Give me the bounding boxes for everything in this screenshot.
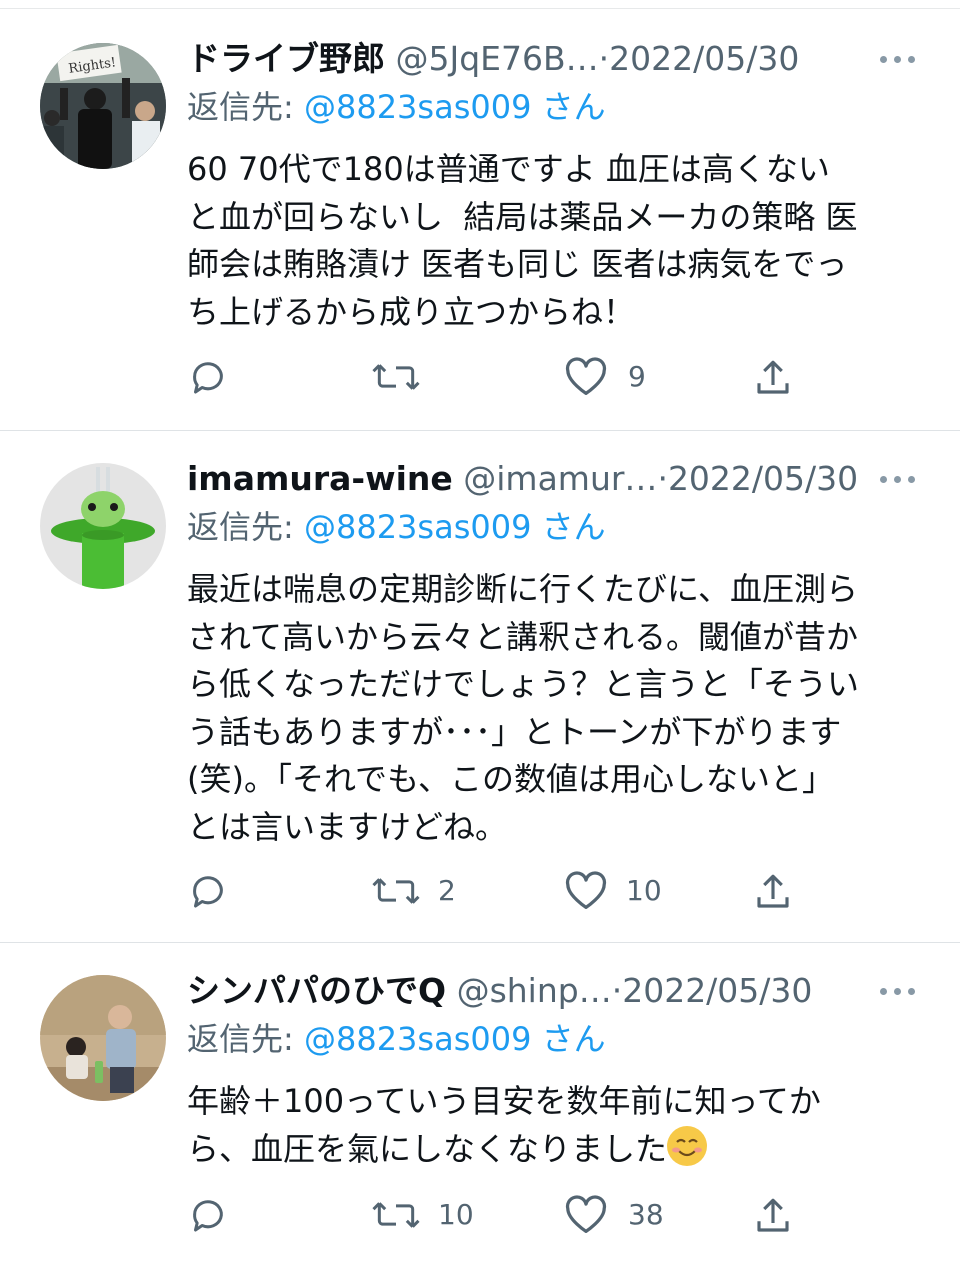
timestamp[interactable]: 2022/05/30 [609, 39, 799, 78]
tweet-divider [0, 430, 960, 431]
protest-photo-avatar: Rights! [40, 43, 166, 169]
reply-prefix: 返信先: [187, 1020, 294, 1058]
reply-context: 返信先: @8823sas009 さん [187, 84, 606, 130]
separator-dot: · [598, 39, 610, 78]
share-icon [757, 874, 789, 908]
action-bar: 2 10 [0, 866, 960, 916]
reply-context: 返信先: @8823sas009 さん [187, 504, 606, 550]
reply-suffix: さん [541, 508, 606, 546]
share-icon [757, 1198, 789, 1232]
tweet-header: ドライブ野郎 @5JqE76B…·2022/05/30 [187, 34, 887, 84]
reply-context: 返信先: @8823sas009 さん [187, 1016, 606, 1062]
tweet-header: imamura-wine @imamur…·2022/05/30 [187, 454, 887, 504]
top-divider [0, 8, 960, 9]
tweet[interactable]: Rights! ドライブ野郎 @5JqE76B…·2022/05/30 返信先:… [0, 34, 960, 429]
smiling-face-emoji [667, 1125, 708, 1166]
reply-prefix: 返信先: [187, 508, 294, 546]
reply-icon [193, 876, 223, 908]
share-icon [757, 360, 789, 394]
retweet-count: 10 [438, 1198, 474, 1231]
family-photo-avatar [40, 975, 166, 1101]
retweet-icon [372, 364, 420, 390]
tweet-text: 年齢＋100っていう目安を数年前に知ってか ら、血圧を氣にしなくなりました [187, 1078, 917, 1173]
heart-icon [565, 1195, 607, 1233]
avatar[interactable] [40, 463, 166, 589]
reply-suffix: さん [541, 88, 606, 126]
tweet-header: シンパパのひでQ @shinp…·2022/05/30 [187, 966, 887, 1016]
reply-suffix: さん [541, 1020, 606, 1058]
reply-mention-link[interactable]: @8823sas009 [304, 508, 531, 546]
retweet-count: 2 [438, 874, 456, 907]
like-count: 10 [626, 874, 662, 907]
action-bar: 9 [0, 352, 960, 402]
separator-dot: · [611, 971, 623, 1010]
tweet[interactable]: imamura-wine @imamur…·2022/05/30 返信先: @8… [0, 454, 960, 934]
avatar[interactable]: Rights! [40, 43, 166, 169]
tweet-text: 60 70代で180は普通ですよ 血圧は高くない と血が回らないし 結局は薬品メ… [187, 150, 858, 331]
retweet-icon [372, 878, 420, 904]
more-options-icon[interactable] [878, 54, 918, 66]
like-count: 9 [628, 360, 646, 393]
tweet-text: 最近は喘息の定期診断に行くたびに、血圧測ら されて高いから云々と講釈される。閾値… [187, 570, 860, 846]
reply-prefix: 返信先: [187, 88, 294, 126]
tweet[interactable]: シンパパのひでQ @shinp…·2022/05/30 返信先: @8823sa… [0, 966, 960, 1256]
reply-mention-link[interactable]: @8823sas009 [304, 88, 531, 126]
user-handle[interactable]: @5JqE76B… [396, 39, 599, 78]
heart-icon [565, 357, 607, 395]
reply-mention-link[interactable]: @8823sas009 [304, 1020, 531, 1058]
timestamp[interactable]: 2022/05/30 [622, 971, 812, 1010]
reply-icon [193, 362, 223, 394]
display-name[interactable]: imamura-wine [187, 459, 453, 498]
timestamp[interactable]: 2022/05/30 [668, 459, 858, 498]
avatar[interactable] [40, 975, 166, 1101]
retweet-icon [372, 1202, 420, 1228]
display-name[interactable]: シンパパのひでQ [187, 971, 446, 1010]
heart-icon [565, 871, 607, 909]
tweet-divider [0, 942, 960, 943]
action-bar: 10 38 [0, 1190, 960, 1240]
display-name[interactable]: ドライブ野郎 [187, 39, 385, 78]
tweet-text-content: 年齢＋100っていう目安を数年前に知ってか ら、血圧を氣にしなくなりました [187, 1082, 821, 1168]
user-handle[interactable]: @imamur… [463, 459, 657, 498]
like-count: 38 [628, 1198, 664, 1231]
more-options-icon[interactable] [878, 986, 918, 998]
separator-dot: · [657, 459, 668, 498]
user-handle[interactable]: @shinp… [457, 971, 612, 1010]
reply-icon [193, 1200, 223, 1232]
green-frog-toy-avatar [40, 463, 166, 589]
more-options-icon[interactable] [878, 474, 918, 486]
